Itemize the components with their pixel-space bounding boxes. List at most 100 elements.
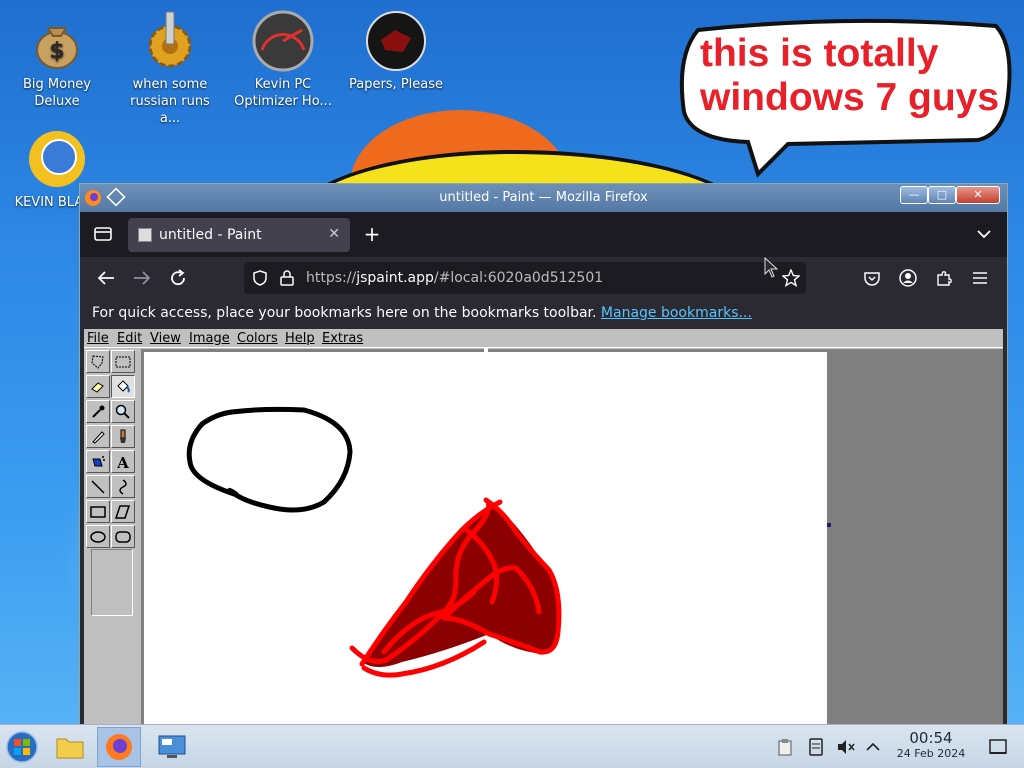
menu-hamburger-icon[interactable]: [969, 267, 991, 289]
menu-help-label: Help: [285, 331, 315, 346]
jspaint-app: File Edit View Image Colors Help Extras: [84, 329, 1003, 727]
menu-edit[interactable]: Edit: [117, 331, 142, 346]
tool-pick-color[interactable]: [86, 400, 110, 423]
navigation-bar: https://jspaint.app/#local:6020a0d512501: [80, 257, 1007, 299]
tray-volume-muted-icon[interactable]: [835, 737, 857, 757]
tool-airbrush[interactable]: [86, 450, 110, 473]
taskbar-file-explorer[interactable]: [48, 727, 92, 767]
speedometer-icon: [252, 10, 314, 72]
menu-help[interactable]: Help: [285, 331, 315, 346]
lock-icon[interactable]: [280, 270, 294, 286]
tray-expand-chevron-icon[interactable]: [862, 737, 884, 757]
url-prefix: https://: [306, 270, 357, 286]
tab-label: untitled - Paint: [159, 227, 262, 243]
svg-text:$: $: [49, 39, 64, 64]
url-bar[interactable]: https://jspaint.app/#local:6020a0d512501: [244, 262, 806, 294]
tool-magnifier[interactable]: [111, 400, 135, 423]
paint-canvas[interactable]: [144, 352, 827, 727]
desktop-icon-label: Big Money Deluxe: [22, 77, 91, 109]
desktop-icon-label: Papers, Please: [348, 77, 444, 92]
menu-image-label: Image: [189, 331, 230, 346]
clock-time: 00:54: [909, 729, 953, 747]
tab-untitled-paint[interactable]: untitled - Paint ✕: [128, 218, 350, 252]
start-button[interactable]: [0, 727, 44, 767]
manage-bookmarks-link[interactable]: Manage bookmarks...: [601, 305, 752, 321]
menu-colors-label: Colors: [237, 331, 278, 346]
settings-monitor-icon: [158, 735, 186, 758]
menu-extras[interactable]: Extras: [322, 331, 363, 346]
desktop-icon-kevin-pc-optimizer[interactable]: Kevin PC Optimizer Ho...: [233, 10, 333, 110]
bookmark-star-icon[interactable]: [782, 269, 800, 287]
canvas-drawing: [186, 406, 562, 678]
menu-colors[interactable]: Colors: [237, 331, 278, 346]
tool-rectangle[interactable]: [86, 500, 110, 523]
tool-fill[interactable]: [111, 375, 135, 398]
desktop-icon-label: Kevin PC Optimizer Ho...: [234, 77, 332, 109]
money-bag-icon: $: [36, 27, 78, 69]
maximize-button[interactable]: □: [928, 186, 956, 204]
papers-please-icon: [366, 11, 426, 71]
tool-rounded-rectangle[interactable]: [111, 525, 135, 548]
menu-extras-label: Extras: [322, 331, 364, 346]
tool-select[interactable]: [111, 350, 135, 373]
tray-storage-icon[interactable]: [805, 737, 827, 757]
show-desktop-icon[interactable]: [987, 737, 1009, 757]
account-icon[interactable]: [897, 267, 919, 289]
list-tabs-chevron-icon[interactable]: [973, 223, 995, 245]
close-button[interactable]: ✕: [956, 186, 1000, 204]
url-text: https://jspaint.app/#local:6020a0d512501: [306, 270, 603, 286]
tab-close-icon[interactable]: ✕: [328, 226, 340, 242]
folder-icon: [56, 738, 84, 759]
shield-icon[interactable]: [252, 270, 268, 286]
menu-view-label: View: [150, 331, 181, 346]
tool-text[interactable]: A: [111, 450, 135, 473]
speech-bubble-text: this is totally windows 7 guys: [700, 32, 1000, 119]
desktop-icon-russian[interactable]: when some russian runs a...: [120, 10, 220, 127]
firefox-window: untitled - Paint — Mozilla Firefox — □ ✕…: [79, 183, 1008, 728]
pocket-icon[interactable]: [861, 267, 883, 289]
taskbar-system-settings[interactable]: [150, 727, 194, 767]
desktop-icon-big-money-deluxe[interactable]: $ Big Money Deluxe: [7, 10, 107, 110]
url-rest: /#local:6020a0d512501: [433, 270, 604, 286]
tool-brush[interactable]: [111, 425, 135, 448]
window-titlebar[interactable]: untitled - Paint — Mozilla Firefox — □ ✕: [80, 184, 1007, 212]
tool-curve[interactable]: [111, 475, 135, 498]
firefox-icon: [106, 734, 132, 760]
extensions-icon[interactable]: [933, 267, 955, 289]
minimize-button[interactable]: —: [900, 186, 928, 204]
tool-pencil[interactable]: [86, 425, 110, 448]
paint-toolbox: A: [85, 349, 139, 727]
tool-line[interactable]: [86, 475, 110, 498]
gear-icon: [148, 11, 192, 68]
tool-polygon[interactable]: [111, 500, 135, 523]
tool-options-box[interactable]: [91, 549, 133, 616]
paint-menubar: File Edit View Image Colors Help Extras: [84, 329, 1003, 348]
taskbar-firefox[interactable]: [97, 727, 141, 767]
reload-icon[interactable]: [167, 267, 189, 289]
black-ellipse-stroke: [186, 406, 353, 513]
tray-clipboard-icon[interactable]: [774, 737, 796, 757]
new-tab-icon[interactable]: +: [361, 222, 383, 246]
tab-manager-icon[interactable]: [92, 223, 114, 245]
tool-eraser[interactable]: [86, 375, 110, 398]
svg-text:A: A: [116, 454, 129, 470]
bookmarks-toolbar: For quick access, place your bookmarks h…: [80, 299, 1007, 329]
clock-date: 24 Feb 2024: [896, 747, 966, 760]
bookmarks-message-text: For quick access, place your bookmarks h…: [92, 305, 597, 321]
taskbar-clock[interactable]: 00:54 24 Feb 2024: [886, 730, 976, 761]
back-icon[interactable]: [95, 267, 117, 289]
mouse-cursor-icon: [764, 257, 779, 278]
tab-bar: untitled - Paint ✕ +: [80, 212, 1007, 257]
windows-orb-icon: [6, 731, 38, 763]
menu-view[interactable]: View: [150, 331, 181, 346]
bookmarks-message: For quick access, place your bookmarks h…: [92, 305, 752, 321]
forward-icon[interactable]: [131, 267, 153, 289]
sun-globe-icon: [29, 131, 85, 187]
tool-ellipse[interactable]: [86, 525, 110, 548]
menu-file-label: File: [87, 331, 109, 346]
menu-file[interactable]: File: [87, 331, 109, 346]
tool-free-form-select[interactable]: [86, 350, 110, 373]
menu-edit-label: Edit: [117, 331, 143, 346]
menu-image[interactable]: Image: [189, 331, 230, 346]
desktop-icon-papers-please[interactable]: Papers, Please: [346, 10, 446, 93]
